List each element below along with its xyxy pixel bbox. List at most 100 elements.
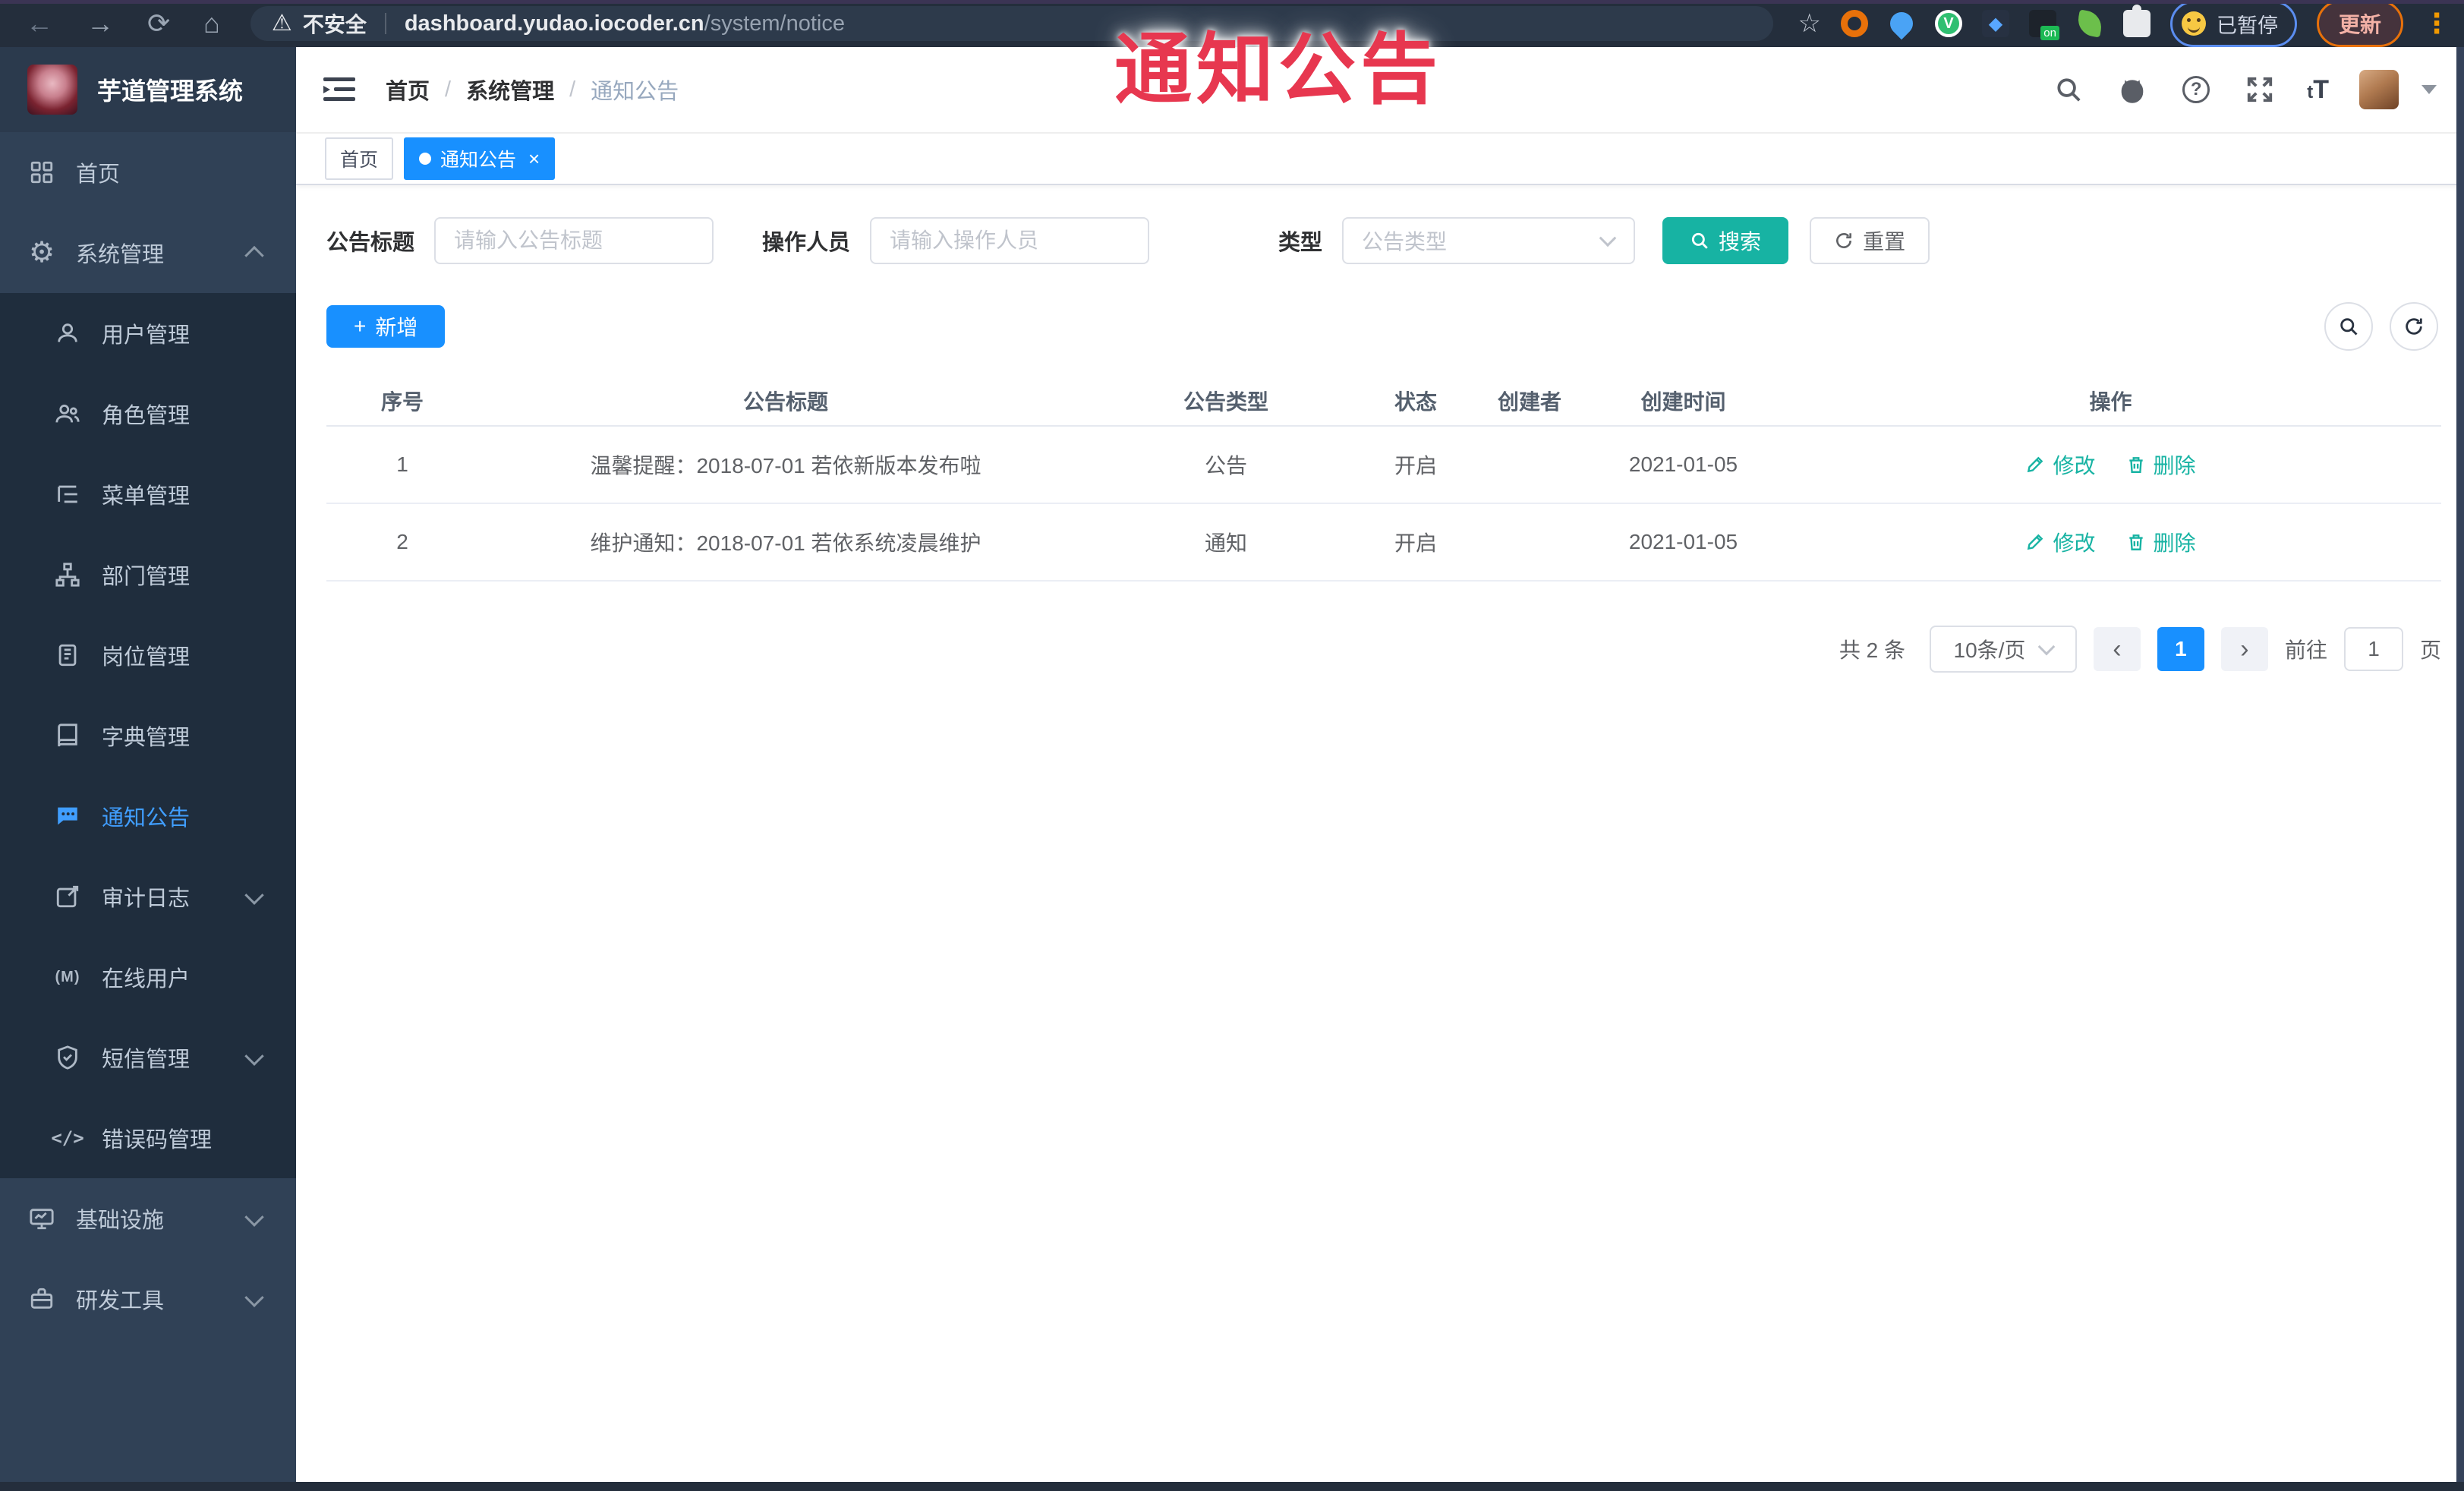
table-row[interactable]: 1 温馨提醒：2018-07-01 若依新版本发布啦 公告 开启 2021-01… bbox=[326, 427, 2441, 504]
url-host: dashboard.yudao.iocoder.cn bbox=[404, 11, 704, 36]
extensions-puzzle-icon[interactable] bbox=[2122, 5, 2150, 37]
bookmark-star-icon[interactable]: ☆ bbox=[1798, 8, 1821, 39]
sidebar-item-roles[interactable]: 角色管理 bbox=[0, 374, 296, 454]
table-tools bbox=[2324, 302, 2438, 351]
trash-icon bbox=[2128, 534, 2143, 550]
sidebar-item-dev-tools[interactable]: 研发工具 bbox=[0, 1259, 296, 1339]
edit-link[interactable]: 修改 bbox=[2025, 527, 2096, 557]
goto-page-input[interactable] bbox=[2343, 627, 2403, 671]
refresh-table-button[interactable] bbox=[2390, 302, 2438, 351]
notice-table: 序号 公告标题 公告类型 状态 创建者 创建时间 操作 1 温馨提醒：2018-… bbox=[326, 377, 2441, 582]
total-count: 共 2 条 bbox=[1839, 638, 1905, 662]
pagination: 共 2 条 10条/页 ‹ 1 › 前往 页 bbox=[326, 626, 2441, 673]
edit-link[interactable]: 修改 bbox=[2025, 449, 2096, 480]
url-divider bbox=[384, 13, 386, 34]
home-button[interactable]: ⌂ bbox=[203, 10, 220, 37]
back-button[interactable]: ← bbox=[26, 10, 53, 37]
close-icon[interactable]: × bbox=[528, 149, 540, 169]
warning-icon: ⚠ bbox=[271, 11, 292, 36]
sidebar-item-label: 基础设施 bbox=[76, 1209, 165, 1233]
caret-down-icon[interactable] bbox=[2421, 85, 2437, 94]
sidebar-item-dict[interactable]: 字典管理 bbox=[0, 695, 296, 776]
sidebar-item-audit-log[interactable]: 审计日志 bbox=[0, 856, 296, 937]
font-size-icon[interactable]: tT bbox=[2307, 75, 2329, 105]
sidebar-item-label: 在线用户 bbox=[102, 967, 191, 991]
tag-label: 首页 bbox=[340, 150, 379, 171]
sidebar-item-users[interactable]: 用户管理 bbox=[0, 293, 296, 374]
ext-icon-green-leaf[interactable] bbox=[2075, 9, 2104, 38]
reset-button[interactable]: 重置 bbox=[1810, 217, 1930, 264]
delete-link[interactable]: 删除 bbox=[2126, 449, 2196, 480]
sidebar-item-departments[interactable]: 部门管理 bbox=[0, 534, 296, 615]
sidebar-item-label: 系统管理 bbox=[76, 243, 165, 267]
title-filter-input[interactable] bbox=[434, 217, 714, 264]
ext-icon-blue-gem[interactable]: ◆ bbox=[1981, 10, 2009, 37]
sidebar-logo-row[interactable]: 芋道管理系统 bbox=[0, 47, 296, 132]
sidebar-item-sms[interactable]: 短信管理 bbox=[0, 1017, 296, 1098]
user-icon bbox=[53, 319, 82, 348]
page-size-value: 10条/页 bbox=[1953, 638, 2026, 662]
plus-icon: + bbox=[354, 314, 367, 338]
cell-seq: 1 bbox=[396, 452, 408, 476]
add-button[interactable]: + 新增 bbox=[326, 305, 446, 348]
sidebar-item-error-codes[interactable]: </> 错误码管理 bbox=[0, 1098, 296, 1178]
sidebar-item-label: 研发工具 bbox=[76, 1289, 165, 1313]
fullscreen-icon[interactable] bbox=[2243, 73, 2277, 106]
chevron-up-icon bbox=[244, 245, 264, 266]
sidebar-item-label: 通知公告 bbox=[102, 806, 191, 831]
chrome-update-button[interactable]: 更新 bbox=[2316, 0, 2403, 47]
main-area: 首页 / 系统管理 / 通知公告 ? tT 首页 通知公告 × 公告标题 请输入… bbox=[296, 47, 2464, 1482]
hamburger-toggle-icon[interactable] bbox=[323, 76, 355, 103]
ext-icon-orange-ring[interactable] bbox=[1840, 10, 1868, 37]
magnifier-icon bbox=[2340, 318, 2358, 336]
show-search-button[interactable] bbox=[2324, 302, 2373, 351]
prev-page-button[interactable]: ‹ bbox=[2093, 627, 2141, 671]
search-icon[interactable] bbox=[2052, 73, 2085, 106]
search-button[interactable]: 搜索 bbox=[1662, 217, 1789, 264]
scrollbar-strip[interactable] bbox=[2456, 47, 2464, 1482]
avatar[interactable] bbox=[2359, 70, 2399, 109]
question-icon[interactable]: ? bbox=[2179, 73, 2213, 106]
profile-paused-pill[interactable]: 已暂停 bbox=[2169, 0, 2297, 47]
table-row[interactable]: 2 维护通知：2018-07-01 若依系统凌晨维护 通知 开启 2021-01… bbox=[326, 504, 2441, 582]
ext-icon-switch-on[interactable] bbox=[2028, 10, 2059, 40]
tags-view-bar: 首页 通知公告 × bbox=[296, 134, 2464, 185]
type-select[interactable]: 公告类型 bbox=[1342, 217, 1636, 264]
sidebar-item-online-users[interactable]: (M) 在线用户 bbox=[0, 937, 296, 1017]
cell-title: 温馨提醒：2018-07-01 若依新版本发布啦 bbox=[590, 454, 982, 478]
next-page-button[interactable]: › bbox=[2220, 627, 2268, 671]
breadcrumb-item-notice: 通知公告 bbox=[591, 80, 679, 104]
browser-menu-kebab-icon[interactable]: ⋮ bbox=[2423, 9, 2450, 36]
github-icon[interactable] bbox=[2116, 73, 2149, 106]
breadcrumb-separator: / bbox=[569, 77, 576, 102]
type-filter-label: 类型 bbox=[1278, 231, 1323, 255]
sidebar-item-home[interactable]: 首页 bbox=[0, 132, 296, 213]
forward-button[interactable]: → bbox=[87, 10, 114, 37]
address-bar[interactable]: ⚠ 不安全 dashboard.yudao.iocoder.cn /system… bbox=[250, 6, 1773, 41]
delete-link[interactable]: 删除 bbox=[2126, 527, 2196, 557]
sidebar-item-notice[interactable]: 通知公告 bbox=[0, 776, 296, 856]
ext-icon-blue-pin[interactable] bbox=[1885, 7, 1918, 40]
operator-filter-input[interactable] bbox=[870, 217, 1150, 264]
sidebar-item-infrastructure[interactable]: 基础设施 bbox=[0, 1178, 296, 1259]
goto-label: 前往 bbox=[2284, 638, 2327, 662]
breadcrumb-item-home[interactable]: 首页 bbox=[386, 74, 430, 106]
breadcrumb: 首页 / 系统管理 / 通知公告 bbox=[386, 74, 679, 106]
app-window: 芋道管理系统 首页 ⚙ 系统管理 用户管理 角色管理 菜单管理 部门管理 岗位管… bbox=[0, 47, 2464, 1482]
sidebar-item-system[interactable]: ⚙ 系统管理 bbox=[0, 213, 296, 293]
operator-filter-label: 操作人员 bbox=[762, 231, 851, 255]
reload-button[interactable]: ⟳ bbox=[147, 10, 170, 37]
breadcrumb-item-system[interactable]: 系统管理 bbox=[466, 74, 554, 106]
sidebar-item-menus[interactable]: 菜单管理 bbox=[0, 454, 296, 534]
page-number-1[interactable]: 1 bbox=[2157, 627, 2204, 671]
filter-form: 公告标题 操作人员 类型 公告类型 搜索 重置 bbox=[326, 216, 2441, 266]
col-actions: 操作 bbox=[2089, 390, 2132, 414]
ext-icon-vue-devtools[interactable]: V bbox=[1934, 10, 1962, 37]
overlay-annotation-text: 通知公告 bbox=[1114, 27, 1442, 113]
active-tag-dot bbox=[419, 153, 432, 165]
sidebar-item-posts[interactable]: 岗位管理 bbox=[0, 615, 296, 695]
tag-notice[interactable]: 通知公告 × bbox=[404, 137, 556, 180]
page-size-select[interactable]: 10条/页 bbox=[1929, 626, 2077, 673]
sidebar-item-label: 首页 bbox=[76, 162, 121, 187]
tag-home[interactable]: 首页 bbox=[325, 137, 394, 180]
